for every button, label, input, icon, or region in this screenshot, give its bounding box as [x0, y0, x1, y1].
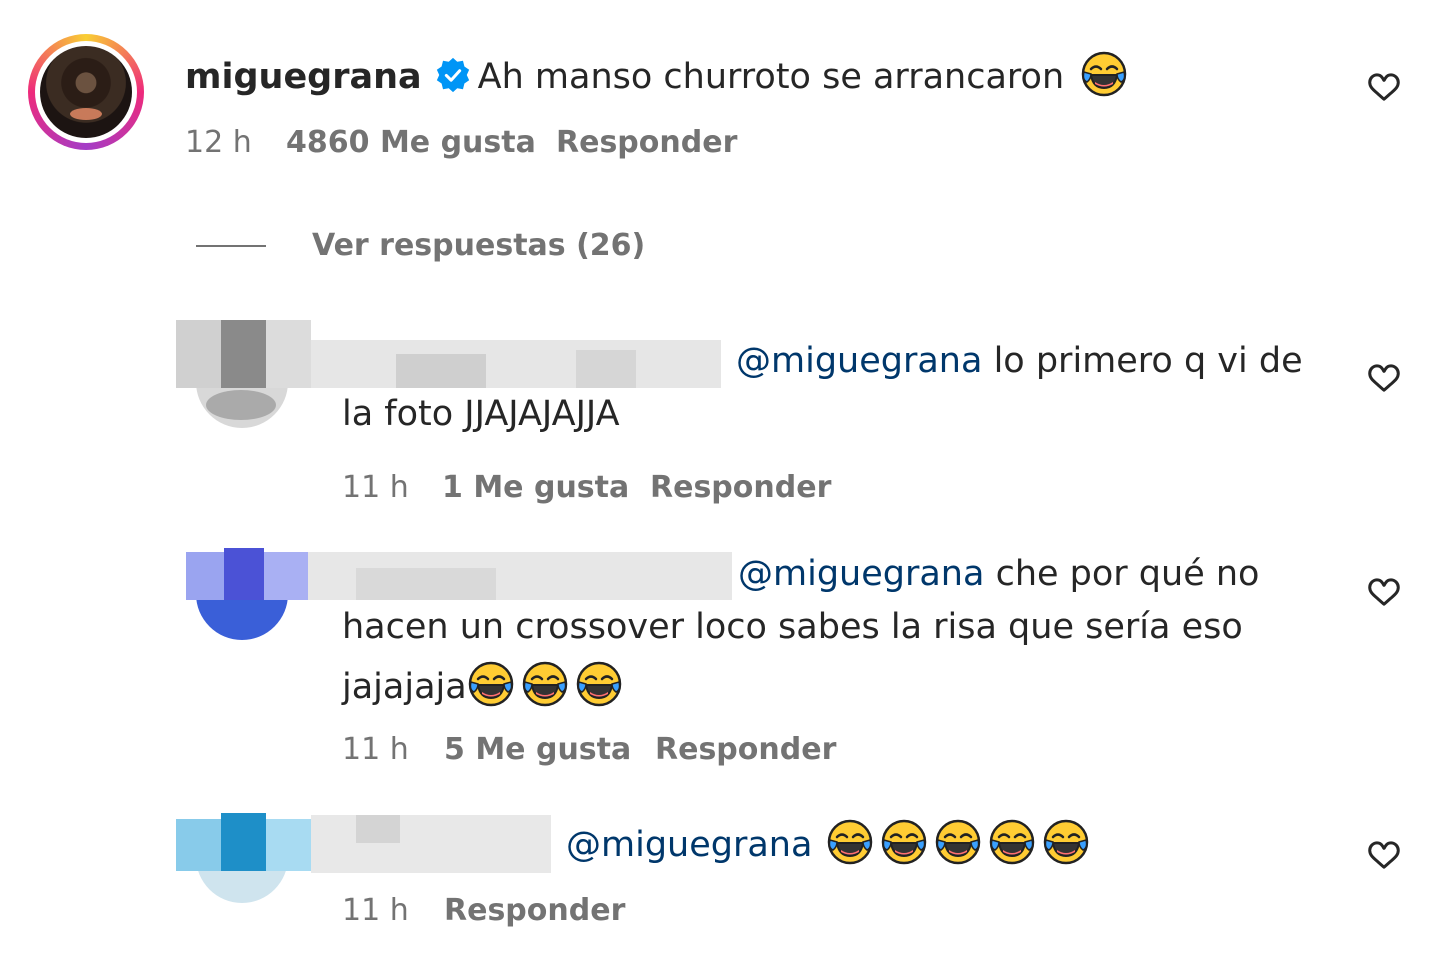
reply-3-line-1: @miguegrana	[566, 818, 1090, 866]
avatar-main[interactable]	[28, 34, 144, 150]
heart-outline-icon[interactable]	[1366, 360, 1402, 396]
reply-2-line-3: jajajaja	[342, 660, 623, 708]
tears-of-joy-emoji-icon	[467, 660, 515, 708]
main-comment-likes[interactable]: 4860 Me gusta	[286, 125, 536, 160]
reply-1-reply-button[interactable]: Responder	[650, 470, 831, 505]
reply-1-mention[interactable]: @miguegrana	[736, 341, 982, 381]
reply-1-likes[interactable]: 1 Me gusta	[442, 470, 629, 505]
heart-outline-icon[interactable]	[1366, 574, 1402, 610]
main-comment-reply-button[interactable]: Responder	[556, 125, 737, 160]
tears-of-joy-emoji-icon	[1042, 818, 1090, 866]
reply-3-time: 11 h	[342, 893, 409, 928]
main-comment-text: Ah manso churroto se arrancaron	[477, 57, 1065, 97]
reply-2-time: 11 h	[342, 732, 409, 767]
reply-1-time: 11 h	[342, 470, 409, 505]
main-comment-time: 12 h	[185, 125, 252, 160]
reply-1-line-1: @miguegrana lo primero q vi de	[736, 341, 1303, 381]
tears-of-joy-emoji-icon	[826, 818, 874, 866]
reply-2-line-2: hacen un crossover loco sabes la risa qu…	[342, 607, 1243, 647]
reply-3-header-blurred	[176, 813, 556, 905]
view-replies-button[interactable]: Ver respuestas (26)	[312, 228, 645, 263]
tears-of-joy-emoji-icon	[521, 660, 569, 708]
reply-1-username-blurred	[311, 340, 721, 388]
reply-3-reply-button[interactable]: Responder	[444, 893, 625, 928]
heart-outline-icon[interactable]	[1366, 837, 1402, 873]
tears-of-joy-emoji-icon	[880, 818, 928, 866]
heart-outline-icon[interactable]	[1366, 69, 1402, 105]
tears-of-joy-emoji-icon	[575, 660, 623, 708]
verified-badge-icon	[436, 57, 469, 93]
avatar-photo	[40, 46, 132, 138]
main-comment-body: miguegrana Ah manso churroto se arrancaro…	[185, 50, 1128, 98]
main-comment-username[interactable]: miguegrana	[185, 57, 422, 97]
reply-2-likes[interactable]: 5 Me gusta	[444, 732, 631, 767]
tears-of-joy-emoji-icon	[934, 818, 982, 866]
reply-3-mention[interactable]: @miguegrana	[566, 825, 812, 865]
reply-3-username-blurred	[311, 815, 551, 873]
reply-1-line-2: la foto JJAJAJAJJA	[342, 394, 620, 434]
view-replies-divider	[196, 245, 266, 247]
reply-2-mention[interactable]: @miguegrana	[738, 554, 984, 594]
tears-of-joy-emoji-icon	[1080, 50, 1128, 98]
reply-2-reply-button[interactable]: Responder	[655, 732, 836, 767]
tears-of-joy-emoji-icon	[988, 818, 1036, 866]
reply-2-line-1: @miguegrana che por qué no	[738, 554, 1260, 594]
